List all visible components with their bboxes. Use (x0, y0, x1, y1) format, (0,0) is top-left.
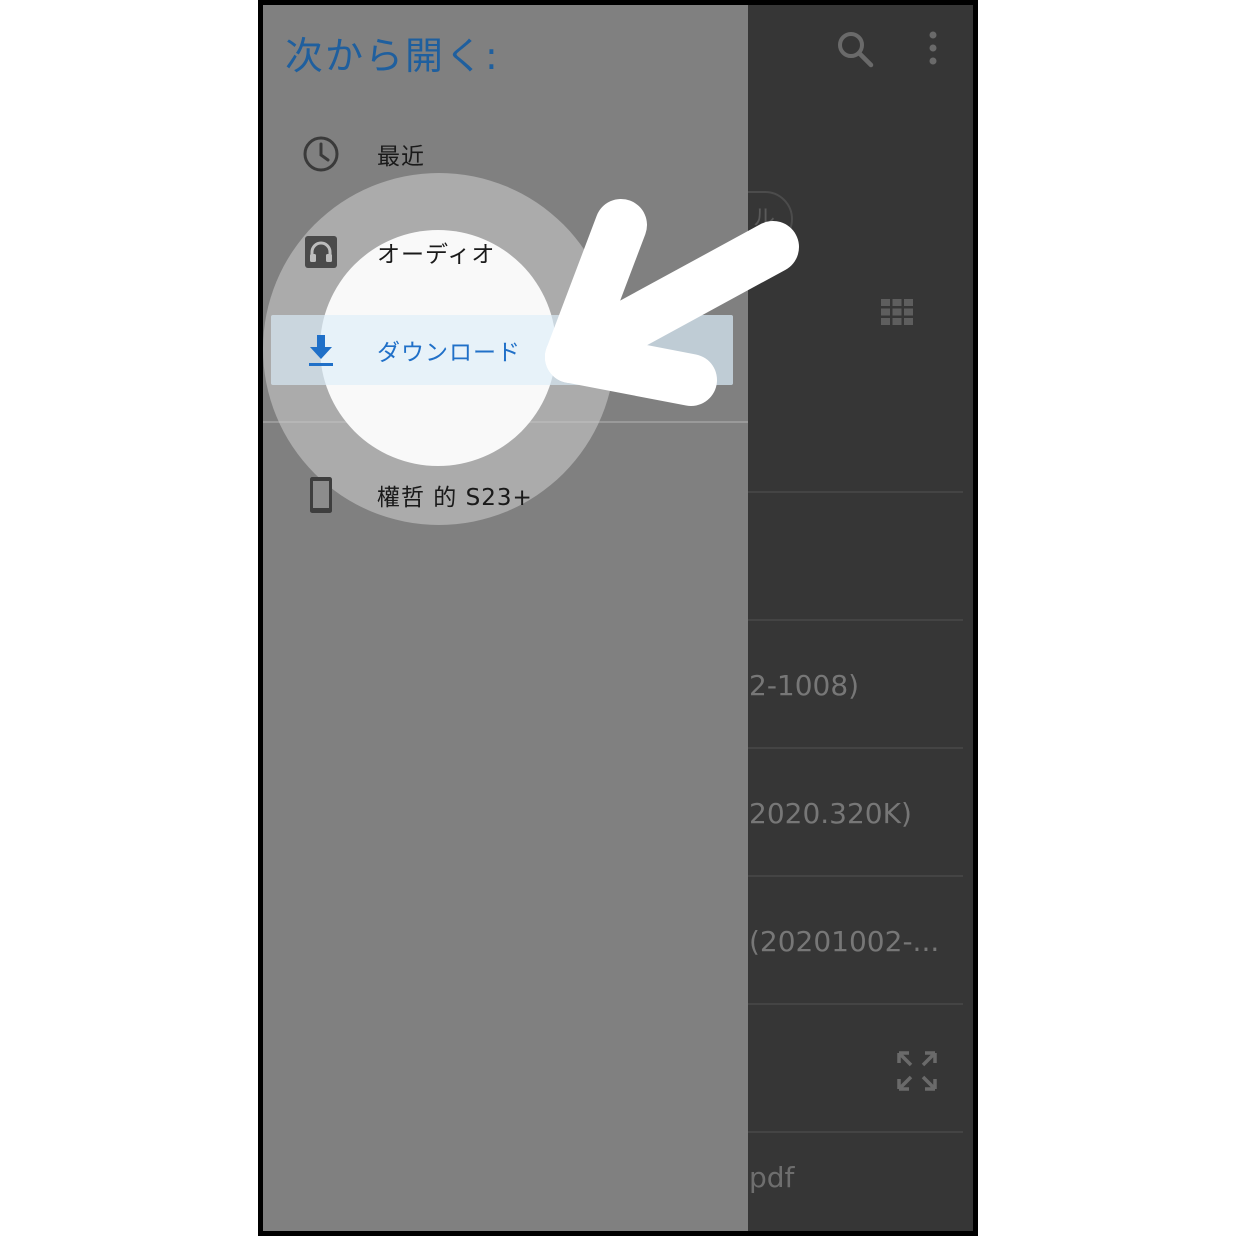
download-icon (309, 335, 333, 366)
drawer-item-label: 權哲 的 S23+ (377, 485, 533, 511)
drawer-item-download-highlight[interactable]: ダウンロード (271, 315, 733, 385)
more-vert-icon[interactable] (923, 29, 943, 69)
drawer-title: 次から開く: (285, 34, 500, 78)
drawer-item-audio-highlight[interactable]: オーディオ (271, 217, 733, 287)
grid-view-icon[interactable] (881, 299, 913, 325)
drawer-item-label: ダウンロード (377, 340, 521, 366)
drawer-item-label: 最近 (377, 144, 425, 170)
search-icon[interactable] (835, 29, 875, 69)
drawer-item-recent[interactable]: 最近 (271, 119, 733, 189)
drawer-item-device-highlight[interactable]: 權哲 的 S23+ (271, 460, 733, 530)
expand-icon[interactable] (895, 1049, 939, 1093)
clock-icon (303, 136, 339, 172)
phone-screen: ル 2-1008) 2020.320K) (20201002-... pdf 次… (258, 0, 978, 1236)
file-name-partial: pdf (749, 1161, 795, 1194)
phone-icon (310, 477, 332, 513)
drawer-item-label: オーディオ (377, 242, 496, 268)
headphones-icon (305, 236, 337, 268)
